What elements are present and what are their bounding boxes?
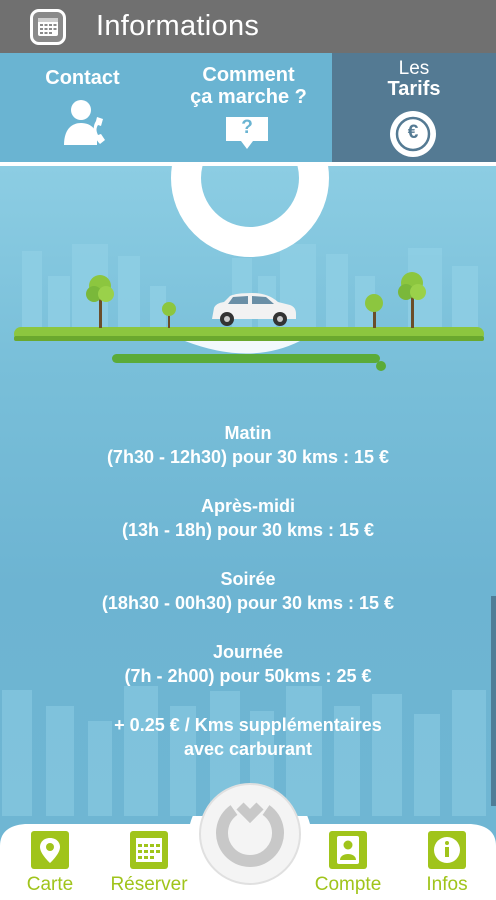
page-title: Informations [96,10,260,42]
nav-carte[interactable]: Carte [5,830,95,896]
nav-compte[interactable]: Compte [303,830,393,896]
tab-how-line2: ça marche ? [190,86,307,108]
tab-contact-label: Contact [45,67,120,89]
price-list: Matin (7h30 - 12h30) pour 30 kms : 15 € … [0,421,496,786]
price-detail: (13h - 18h) pour 30 kms : 15 € [121,520,375,540]
calendar-icon [130,831,168,869]
nav-compte-label: Compte [314,874,382,895]
nav-reserver-label: Réserver [110,874,188,895]
info-tabs: Contact Comment ça marche ? ? Les Tarifs [0,53,496,162]
calendar-icon[interactable] [30,8,66,45]
question-mark: ? [241,117,253,138]
scrollbar[interactable] [491,596,496,806]
price-title: Après-midi [200,496,296,516]
price-detail: (18h30 - 00h30) pour 30 kms : 15 € [101,593,395,613]
tab-contact[interactable]: Contact [0,53,165,162]
nav-carte-label: Carte [26,874,74,895]
user-icon [329,831,367,869]
question-bubble-icon: ? [223,115,271,151]
price-title: Soirée [220,569,276,589]
nav-infos-label: Infos [426,874,468,895]
tab-tarifs[interactable]: Les Tarifs € [332,53,496,162]
bottom-nav: Carte Réserver Compte Infos [0,783,496,900]
euro-sign: € [407,122,419,143]
tarifs-content: Matin (7h30 - 12h30) pour 30 kms : 15 € … [0,166,496,816]
tab-how-it-works[interactable]: Comment ça marche ? ? [165,53,332,162]
price-title: Matin [224,423,272,443]
home-logo-button[interactable] [198,782,302,886]
price-item: Après-midi (13h - 18h) pour 30 kms : 15 … [0,494,496,542]
top-app-bar: Informations [0,0,496,53]
price-title: + 0.25 € / Kms supplémentaires [114,715,382,735]
info-icon [428,831,466,869]
price-item: Journée (7h - 2h00) pour 50kms : 25 € [0,640,496,688]
price-detail: avec carburant [183,739,313,759]
price-detail: (7h30 - 12h30) pour 30 kms : 15 € [106,447,390,467]
nav-infos[interactable]: Infos [402,830,492,896]
contact-phone-icon [64,100,105,145]
price-item: Matin (7h30 - 12h30) pour 30 kms : 15 € [0,421,496,469]
tab-how-line1: Comment [202,64,295,86]
price-title: Journée [212,642,284,662]
price-item: + 0.25 € / Kms supplémentaires avec carb… [0,713,496,761]
euro-icon: € [389,110,437,158]
price-item: Soirée (18h30 - 00h30) pour 30 kms : 15 … [0,567,496,615]
tab-tarifs-line1: Les [398,58,430,79]
price-detail: (7h - 2h00) pour 50kms : 25 € [124,666,372,686]
tab-tarifs-line2: Tarifs [387,78,441,100]
nav-reserver[interactable]: Réserver [104,830,194,896]
map-pin-icon [31,831,69,869]
